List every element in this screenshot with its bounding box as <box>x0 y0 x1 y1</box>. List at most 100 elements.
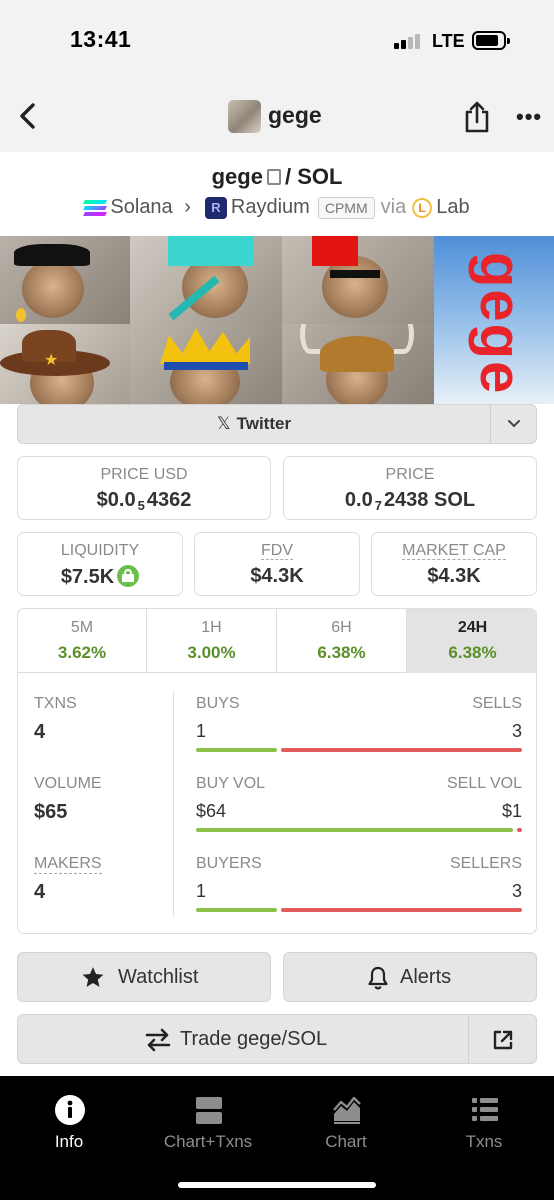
more-options-button[interactable]: ••• <box>516 106 542 128</box>
home-indicator <box>178 1182 376 1188</box>
txns-label: TXNS <box>34 695 77 712</box>
price-native-label: PRICE <box>385 466 435 483</box>
tab-info[interactable]: Info <box>0 1094 138 1156</box>
sells-value: 3 <box>511 721 522 741</box>
buys-value: 1 <box>196 721 207 741</box>
buys-bar <box>196 748 277 752</box>
divider <box>468 1015 469 1063</box>
share-button[interactable] <box>462 100 492 134</box>
tab-24h[interactable]: 24H 6.38% <box>407 609 536 673</box>
nav-header: gege ••• <box>0 80 554 152</box>
swap-arrows-icon <box>145 1028 171 1052</box>
sellers-bar <box>281 908 522 912</box>
buys-label: BUYS <box>196 695 240 712</box>
x-logo-icon: 𝕏 <box>216 414 231 433</box>
price-usd-value: $0.0 5 4362 <box>96 489 192 513</box>
watchlist-button[interactable]: Watchlist <box>17 952 271 1002</box>
trade-button[interactable]: Trade gege/SOL <box>17 1014 537 1064</box>
area-chart-icon <box>333 1096 361 1124</box>
pair-route: Solana › R Raydium CPMM via L Lab <box>0 196 554 219</box>
tab-chart[interactable]: Chart <box>277 1094 415 1156</box>
tab-txns[interactable]: Txns <box>415 1094 553 1156</box>
buyers-bar <box>196 908 277 912</box>
share-icon <box>465 101 489 133</box>
lab-logo-icon: L <box>412 197 433 218</box>
token-banner-image: ★ gege <box>0 236 554 404</box>
price-usd-card: PRICE USD $0.0 5 4362 <box>17 456 271 520</box>
price-native-value: 0.0 7 2438 SOL <box>344 489 476 513</box>
makers-value: 4 <box>34 881 46 903</box>
info-icon <box>55 1095 85 1125</box>
price-usd-label: PRICE USD <box>100 466 188 483</box>
bell-icon <box>368 966 388 990</box>
star-icon <box>82 967 104 987</box>
price-native-card: PRICE 0.0 7 2438 SOL <box>283 456 537 520</box>
liquidity-value: $7.5K <box>18 565 182 589</box>
sells-bar <box>281 748 522 752</box>
trading-stats-panel: 5M 3.62% 1H 3.00% 6H 6.38% 24H 6.38% TXN… <box>17 608 537 934</box>
market-cap-value: $4.3K <box>427 565 481 587</box>
divider <box>173 691 174 917</box>
tab-6h[interactable]: 6H 6.38% <box>277 609 407 673</box>
battery-icon <box>472 31 510 50</box>
twitter-link-bar: 𝕏 Twitter <box>17 404 537 444</box>
buyers-label: BUYERS <box>196 855 262 872</box>
raydium-logo-icon: R <box>204 196 227 219</box>
sellers-value: 3 <box>511 881 522 901</box>
buyers-value: 1 <box>196 881 207 901</box>
sells-label: SELLS <box>472 695 522 712</box>
alerts-button[interactable]: Alerts <box>283 952 537 1002</box>
chevron-down-icon <box>508 420 520 428</box>
liquidity-label: LIQUIDITY <box>60 542 140 559</box>
tab-5m[interactable]: 5M 3.62% <box>18 609 147 673</box>
sellers-label: SELLERS <box>449 855 522 872</box>
split-view-icon <box>196 1097 222 1124</box>
list-icon <box>472 1098 498 1121</box>
lock-icon[interactable] <box>117 565 140 587</box>
token-avatar <box>228 100 261 133</box>
pool-type-badge: CPMM <box>317 196 375 219</box>
more-socials-dropdown[interactable] <box>491 405 537 443</box>
market-cap-card: MARKET CAP $4.3K <box>371 532 537 596</box>
timeframe-tabs: 5M 3.62% 1H 3.00% 6H 6.38% 24H 6.38% <box>18 609 536 673</box>
makers-label[interactable]: MAKERS <box>34 855 102 874</box>
status-bar: 13:41 LTE <box>0 0 554 80</box>
page-title: gege <box>268 102 322 128</box>
cellular-signal-icon <box>394 33 422 49</box>
fdv-value: $4.3K <box>250 565 304 587</box>
buy-vol-value: $64 <box>196 801 227 821</box>
txns-value: 4 <box>34 721 46 743</box>
solana-logo-icon <box>83 199 108 216</box>
sell-vol-label: SELL VOL <box>446 775 522 792</box>
external-link-icon[interactable] <box>492 1029 514 1051</box>
volume-value: $65 <box>34 801 68 823</box>
sell-vol-value: $1 <box>501 801 522 821</box>
tab-1h[interactable]: 1H 3.00% <box>147 609 277 673</box>
status-time: 13:41 <box>70 26 132 52</box>
back-button[interactable] <box>14 100 44 132</box>
chain-link[interactable]: Solana <box>110 196 172 218</box>
tab-chart-txns[interactable]: Chart+Txns <box>139 1094 277 1156</box>
dex-link[interactable]: Raydium <box>231 196 310 218</box>
pair-title: gege / SOL <box>0 164 554 190</box>
fdv-label[interactable]: FDV <box>195 542 359 560</box>
buy-vol-bar <box>196 828 513 832</box>
liquidity-card: LIQUIDITY $7.5K <box>17 532 183 596</box>
quote-token-symbol: SOL <box>297 164 343 189</box>
network-type: LTE <box>432 31 465 51</box>
twitter-button[interactable]: 𝕏 Twitter <box>18 405 490 443</box>
chevron-right-icon: › <box>184 196 191 219</box>
banner-token-text: gege <box>434 236 554 404</box>
via-label: via <box>380 196 407 219</box>
pair-separator: / <box>284 164 292 189</box>
chevron-left-icon <box>20 103 35 129</box>
market-cap-label[interactable]: MARKET CAP <box>372 542 536 560</box>
via-source-link[interactable]: Lab <box>436 196 469 218</box>
base-token-symbol: gege <box>211 164 263 189</box>
volume-label: VOLUME <box>34 775 102 792</box>
copy-icon[interactable] <box>266 169 281 185</box>
buy-vol-label: BUY VOL <box>196 775 266 792</box>
pair-info-panel: gege / SOL Solana › R Raydium CPMM via L Lab ★ <box>0 152 554 1076</box>
sell-vol-bar <box>517 828 522 832</box>
fdv-card: FDV $4.3K <box>194 532 360 596</box>
